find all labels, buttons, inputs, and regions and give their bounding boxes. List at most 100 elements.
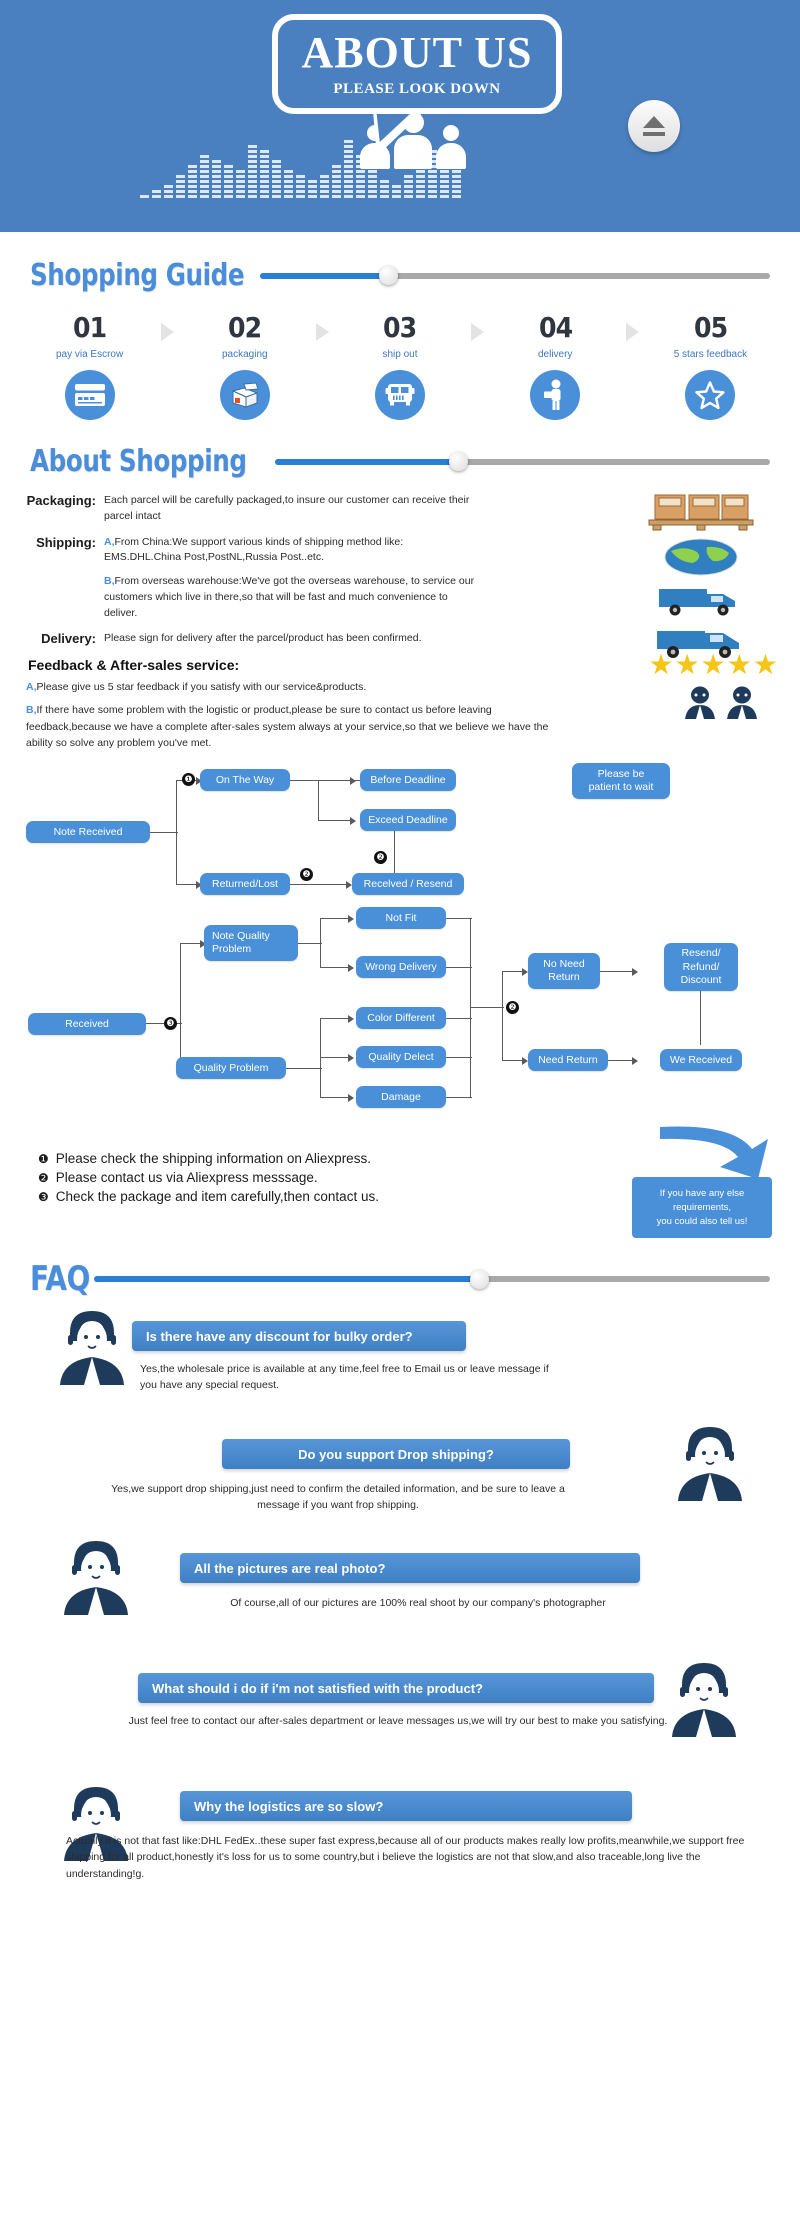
flow-node-note-received[interactable]: Note Received [26,821,150,844]
equalizer-bar [260,150,269,198]
equalizer-bar [248,145,257,198]
about-us-page: ABOUT US PLEASE LOOK DOWN Shopping Guide… [0,0,800,1943]
eject-triangle [643,116,665,128]
flow-node-no-need-return[interactable]: No Need Return [528,953,600,990]
flow-node-need-return[interactable]: Need Return [528,1049,608,1072]
flow-node-not-fit[interactable]: Not Fit [356,907,446,930]
star-icon: ★ [648,649,674,680]
flow-node-please-be-patient[interactable]: Please be patient to wait [572,763,670,800]
about-shopping-title: About Shopping [30,444,247,479]
info-row-label: Packaging: [26,493,96,508]
flow-node-before-deadline[interactable]: Before Deadline [360,769,456,792]
flow-line [180,943,182,1070]
info-row-packaging: Packaging: Each parcel will be carefully… [26,493,478,525]
flow-arrow [348,1014,354,1023]
blue-truck-icon [626,583,776,617]
flow-marker-1: ❶ [182,773,195,787]
flow-node-received-resend[interactable]: Recelved / Resend [352,873,464,896]
paragraph-marker: A, [26,681,37,693]
step-number: 02 [228,311,262,344]
faq-question[interactable]: Why the logistics are so slow? [180,1791,632,1822]
flow-node-resend-refund-discount[interactable]: Resend/ Refund/ Discount [664,943,738,992]
info-row-body: A,From China:We support various kinds of… [104,535,478,622]
slider-knob[interactable] [470,1269,490,1289]
banner-title: ABOUT US [301,27,533,77]
note-bullet: ❸ [38,1190,49,1205]
faq-list: Is there have any discount for bulky ord… [0,1299,800,1923]
step-item: 01 pay via Escrow [22,311,157,420]
note-text: Check the package and item carefully,the… [55,1189,379,1205]
open-box-icon [219,370,270,420]
faq-question[interactable]: Do you support Drop shipping? [222,1439,570,1470]
flow-line [320,918,350,920]
shopping-guide-header: Shopping Guide [0,258,800,293]
slider-knob[interactable] [449,452,469,471]
faq-question[interactable]: Is there have any discount for bulky ord… [132,1321,466,1352]
faq-question[interactable]: All the pictures are real photo? [180,1553,640,1584]
flow-node-we-received[interactable]: We Received [660,1049,742,1072]
flow-line [700,985,702,1046]
faq-title: FAQ [30,1259,90,1300]
delivery-person-icon [530,370,581,420]
flow-line [320,1057,350,1059]
info-paragraph: B,From overseas warehouse:We've got the … [104,574,478,621]
flow-node-note-quality-problem[interactable]: Note Quality Problem [204,925,298,962]
flow-line [176,780,178,886]
shopping-guide-title: Shopping Guide [30,258,245,293]
info-row-shipping: Shipping: A,From China:We support variou… [26,535,478,622]
faq-item: Is there have any discount for bulky ord… [22,1299,778,1419]
note-text: Please contact us via Aliexpress messsag… [55,1170,318,1186]
flow-arrow [632,1056,638,1065]
step-label: delivery [537,349,573,360]
step-arrow-icon [468,311,488,341]
flow-arrow [632,967,638,976]
equalizer-bar [212,160,221,198]
equalizer-bar [344,140,353,198]
flow-line [320,1018,350,1020]
info-row-body: Please sign for delivery after the parce… [104,631,422,647]
flow-node-wrong-delivery[interactable]: Wrong Delivery [356,956,446,979]
star-outline-icon [685,370,736,420]
flow-arrow [348,1053,354,1062]
slider-knob[interactable] [378,266,398,285]
flow-arrow [348,963,354,972]
faq-slider[interactable] [94,1269,770,1289]
flow-line [180,943,202,945]
star-icon: ★ [752,649,778,680]
flow-node-exceed-deadline[interactable]: Exceed Deadline [360,809,456,832]
callout-box: If you have any else requirements, you c… [632,1177,772,1239]
flow-node-returned-lost[interactable]: Returned/Lost [200,873,290,896]
shopping-guide-slider[interactable] [260,266,770,286]
faq-answer: Just feel free to contact our after-sale… [128,1715,668,1728]
flow-arrow [348,914,354,923]
faq-answer: Yes,the wholesale price is available at … [140,1363,549,1392]
info-paragraph: Each parcel will be carefully packaged,t… [104,494,470,522]
about-shopping-slider[interactable] [275,452,770,472]
note-bullet: ❷ [38,1171,49,1186]
shopping-info-rows: Packaging: Each parcel will be carefully… [26,493,478,647]
star-icon: ★ [726,649,752,680]
faq-item: All the pictures are real photo? Of cour… [22,1537,778,1655]
flow-line [320,1097,350,1099]
eject-icon[interactable] [628,100,680,152]
step-item: 03 ship out [332,311,467,420]
flow-line [394,831,396,878]
flow-node-damage[interactable]: Damage [356,1086,446,1109]
note-bullet: ❶ [38,1152,49,1167]
flowchart-delivery-status: Note Received On The Way Returned/Lost B… [0,763,800,896]
flow-arrow [350,816,356,825]
flow-node-on-the-way[interactable]: On The Way [200,769,290,792]
about-shopping-header: About Shopping [0,444,800,479]
flow-node-received[interactable]: Received [28,1013,146,1036]
step-item: 04 delivery [488,311,623,420]
flow-node-quality-problem[interactable]: Quality Problem [176,1057,286,1080]
boxes-pallet-icon [626,489,776,531]
flow-node-color-different[interactable]: Color Different [356,1007,446,1030]
equalizer-bar [296,175,305,198]
equalizer-bar [152,190,161,198]
step-label: 5 stars feedback [673,349,748,360]
info-row-body: Each parcel will be carefully packaged,t… [104,493,478,525]
faq-question[interactable]: What should i do if i'm not satisfied wi… [138,1673,654,1704]
flow-node-quality-delect[interactable]: Quality Delect [356,1046,446,1069]
support-agents-icon [682,685,760,719]
